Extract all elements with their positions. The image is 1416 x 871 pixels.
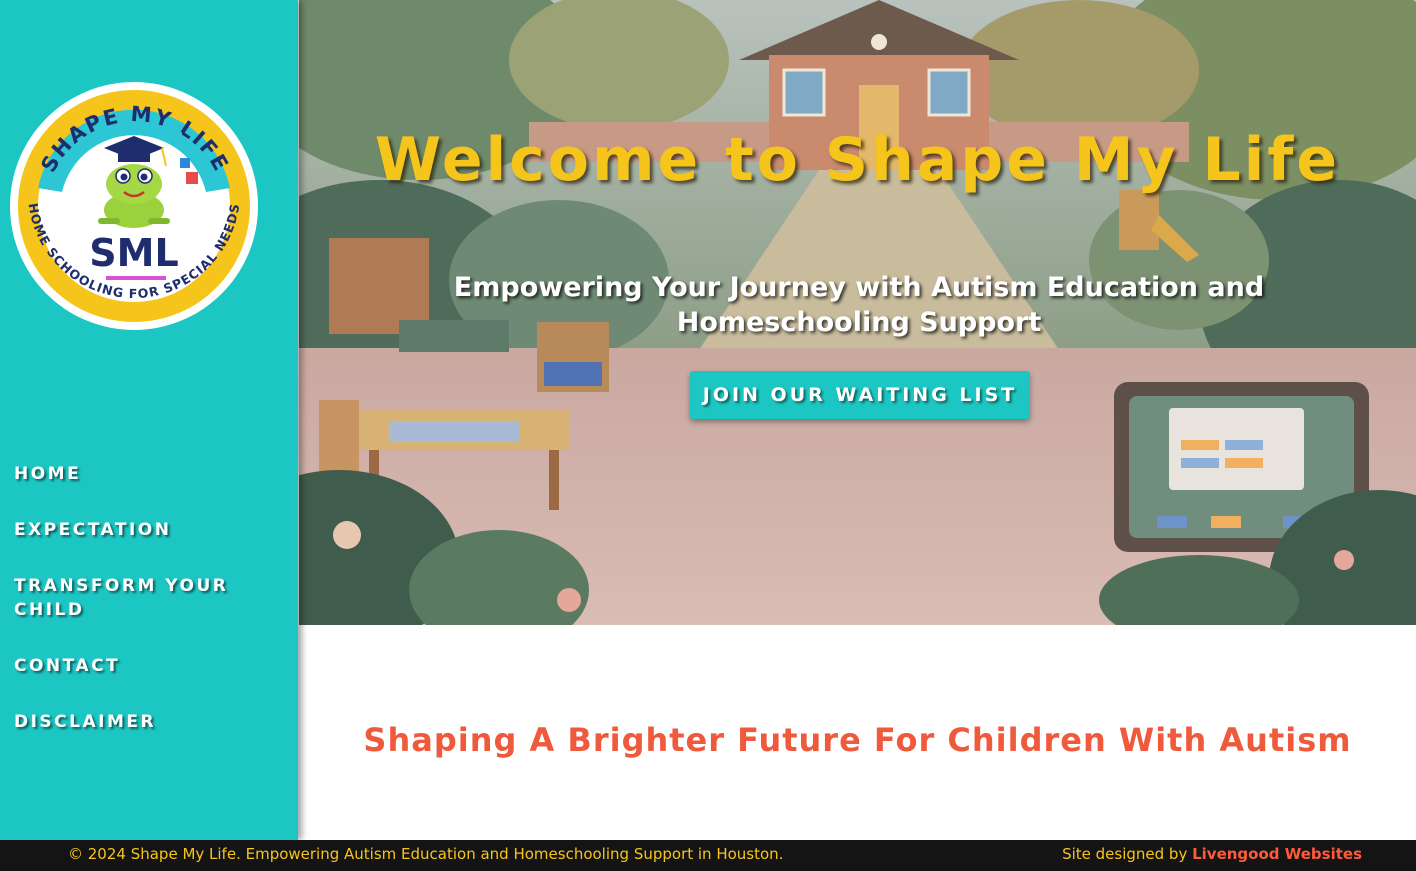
footer-credit: Site designed by Livengood Websites [1062, 840, 1362, 869]
footer-credit-prefix: Site designed by [1062, 845, 1193, 863]
footer-copyright: © 2024 Shape My Life. Empowering Autism … [68, 845, 784, 863]
hero-title: Welcome to Shape My Life [374, 125, 1341, 195]
frog-mascot-icon [98, 136, 170, 228]
footer-credit-link[interactable]: Livengood Websites [1192, 845, 1362, 863]
nav-item-expectation[interactable]: EXPECTATION [14, 518, 284, 542]
nav-item-home[interactable]: HOME [14, 462, 284, 486]
nav-item-disclaimer[interactable]: DISCLAIMER [14, 710, 284, 734]
nav-item-transform-your-child[interactable]: TRANSFORM YOUR CHILD [14, 574, 284, 622]
brand-logo[interactable]: SHAPE MY LIFE HOME SCHOOLING FOR SPECIAL… [8, 80, 260, 332]
hero-banner: Welcome to Shape My Life Empowering Your… [299, 0, 1416, 625]
main-navigation: HOME EXPECTATION TRANSFORM YOUR CHILD CO… [14, 462, 284, 766]
sidebar: SHAPE MY LIFE HOME SCHOOLING FOR SPECIAL… [0, 0, 298, 840]
join-waiting-list-button[interactable]: JOIN OUR WAITING LIST [690, 371, 1030, 419]
logo-initials: SML [89, 231, 178, 275]
nav-item-contact[interactable]: CONTACT [14, 654, 284, 678]
hero-subtitle: Empowering Your Journey with Autism Educ… [453, 272, 1265, 338]
site-footer: © 2024 Shape My Life. Empowering Autism … [0, 840, 1416, 871]
section-tagline: Shaping A Brighter Future For Children W… [363, 721, 1352, 759]
